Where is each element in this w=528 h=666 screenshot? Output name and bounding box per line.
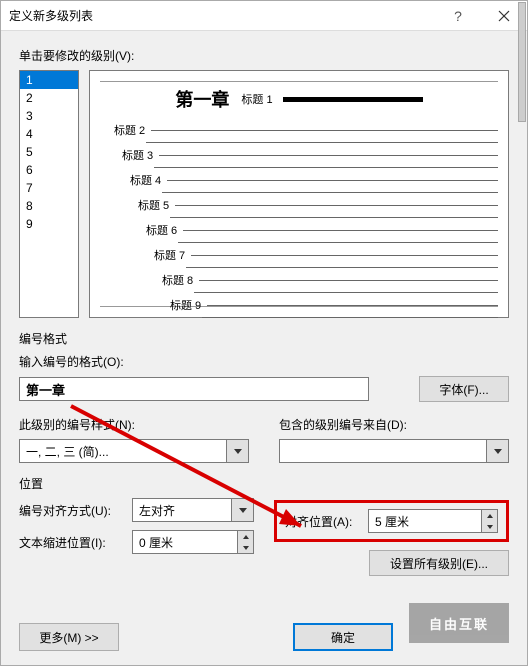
include-from-select[interactable] (279, 439, 509, 463)
window-title: 定义新多级列表 (9, 7, 435, 24)
level-item-3[interactable]: 3 (20, 107, 78, 125)
preview-row: 标题 3 (100, 147, 498, 163)
set-all-levels-button[interactable]: 设置所有级别(E)... (369, 550, 509, 576)
help-button[interactable]: ? (435, 1, 481, 31)
align-at-spinner[interactable]: 5 厘米 (368, 509, 498, 533)
level-item-9[interactable]: 9 (20, 215, 78, 233)
titlebar: 定义新多级列表 ? (1, 1, 527, 31)
chevron-down-icon (227, 439, 249, 463)
text-indent-spinner[interactable]: 0 厘米 (132, 530, 254, 554)
preview-row: 标题 8 (100, 272, 498, 288)
include-from-label: 包含的级别编号来自(D): (279, 416, 509, 433)
ok-button[interactable]: 确定 (293, 623, 393, 651)
font-button[interactable]: 字体(F)... (419, 376, 509, 402)
preview-pane: 第一章 标题 1 标题 2 标题 3 标题 4 标题 5 标题 6 标题 7 标题 8 标题 … (89, 70, 509, 318)
position-group-label: 位置 (19, 475, 509, 492)
preview-main-bar (283, 97, 423, 102)
spinner-up-icon[interactable] (482, 510, 497, 521)
level-item-8[interactable]: 8 (20, 197, 78, 215)
level-item-2[interactable]: 2 (20, 89, 78, 107)
align-mode-label: 编号对齐方式(U): (19, 502, 124, 519)
number-format-group-label: 编号格式 (19, 330, 509, 347)
click-level-label: 单击要修改的级别(V): (19, 47, 509, 64)
preview-main-sub: 标题 1 (241, 91, 272, 107)
enter-format-label: 输入编号的格式(O): (19, 353, 509, 370)
preview-row: 标题 7 (100, 247, 498, 263)
level-list[interactable]: 123456789 (19, 70, 79, 318)
preview-row: 标题 6 (100, 222, 498, 238)
chevron-down-icon (487, 439, 509, 463)
spinner-up-icon[interactable] (238, 531, 253, 542)
align-at-label: 对齐位置(A): (285, 513, 360, 530)
spinner-down-icon[interactable] (238, 542, 253, 553)
format-input[interactable] (19, 377, 369, 401)
chevron-down-icon (232, 498, 254, 522)
level-item-6[interactable]: 6 (20, 161, 78, 179)
more-button[interactable]: 更多(M) >> (19, 623, 119, 651)
highlight-box: 对齐位置(A): 5 厘米 (274, 500, 509, 542)
spinner-down-icon[interactable] (482, 521, 497, 532)
level-item-4[interactable]: 4 (20, 125, 78, 143)
level-item-7[interactable]: 7 (20, 179, 78, 197)
preview-row: 标题 5 (100, 197, 498, 213)
text-indent-label: 文本缩进位置(I): (19, 534, 124, 551)
preview-main-label: 第一章 (175, 86, 229, 112)
close-icon (498, 10, 510, 22)
style-label: 此级别的编号样式(N): (19, 416, 249, 433)
level-item-1[interactable]: 1 (20, 71, 78, 89)
preview-row: 标题 9 (100, 297, 498, 313)
watermark-overlay: 自由互联 (409, 603, 509, 643)
preview-row: 标题 2 (100, 122, 498, 138)
align-mode-select[interactable]: 左对齐 (132, 498, 254, 522)
style-select[interactable]: 一, 二, 三 (简)... (19, 439, 249, 463)
level-item-5[interactable]: 5 (20, 143, 78, 161)
preview-row: 标题 4 (100, 172, 498, 188)
